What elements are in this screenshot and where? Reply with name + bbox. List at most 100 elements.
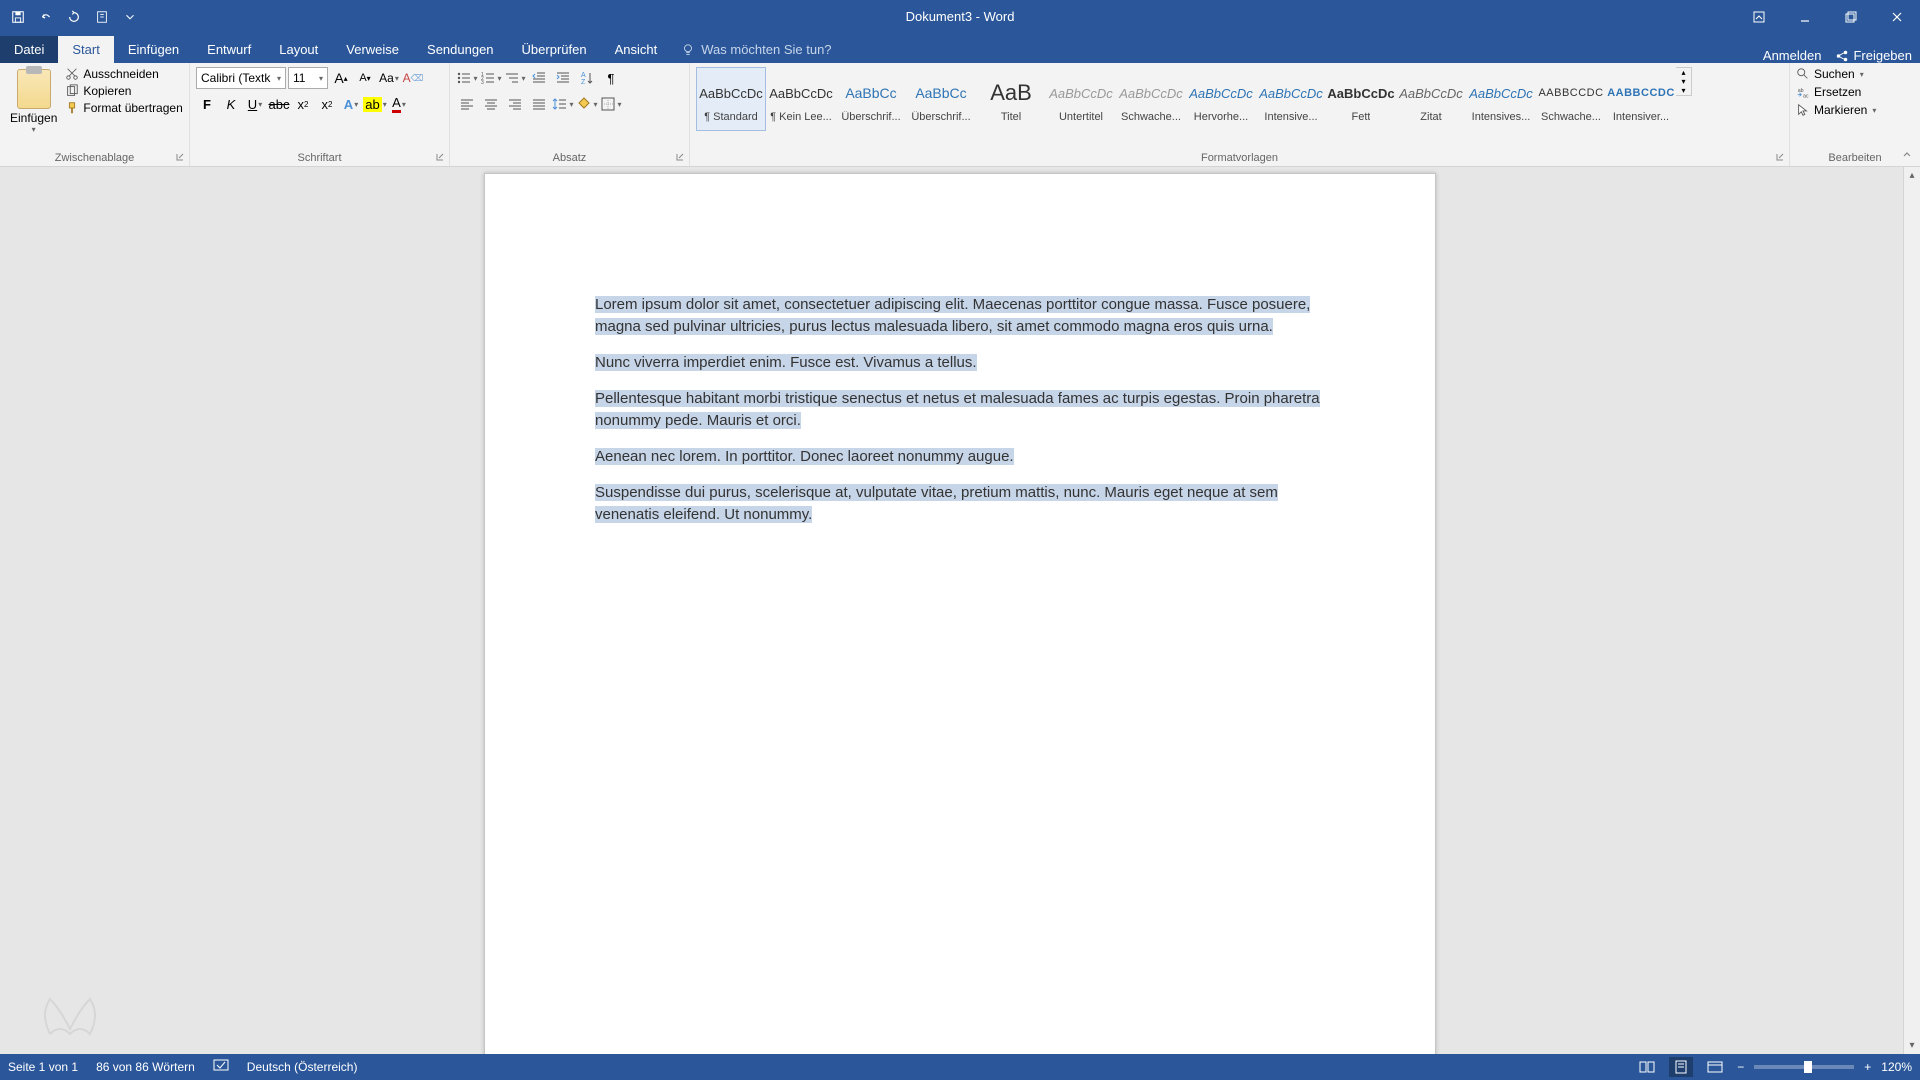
paragraph-4[interactable]: Aenean nec lorem. In porttitor. Donec la… — [595, 446, 1325, 468]
print-layout-button[interactable] — [1669, 1057, 1693, 1077]
style-item-3[interactable]: AaBbCcÜberschrif... — [906, 67, 976, 131]
tab-design[interactable]: Entwurf — [193, 36, 265, 63]
ribbon-display-options[interactable] — [1736, 0, 1782, 33]
justify-button[interactable] — [528, 93, 550, 115]
bold-button[interactable]: F — [196, 93, 218, 115]
cut-button[interactable]: Ausschneiden — [65, 67, 182, 81]
read-mode-button[interactable] — [1635, 1057, 1659, 1077]
bullets-button[interactable]: ▾ — [456, 67, 478, 89]
tab-references[interactable]: Verweise — [332, 36, 413, 63]
tab-view[interactable]: Ansicht — [601, 36, 672, 63]
paragraph-dialog-launcher[interactable] — [673, 150, 687, 164]
tab-layout[interactable]: Layout — [265, 36, 332, 63]
style-item-1[interactable]: AaBbCcDc¶ Kein Lee... — [766, 67, 836, 131]
redo-button[interactable] — [62, 5, 86, 29]
web-layout-button[interactable] — [1703, 1057, 1727, 1077]
status-spellcheck[interactable] — [213, 1059, 229, 1076]
zoom-slider[interactable] — [1754, 1065, 1854, 1069]
align-center-button[interactable] — [480, 93, 502, 115]
underline-button[interactable]: U▾ — [244, 93, 266, 115]
style-item-0[interactable]: AaBbCcDc¶ Standard — [696, 67, 766, 131]
paste-button[interactable]: Einfügen ▾ — [6, 67, 61, 136]
scroll-up-button[interactable]: ▴ — [1904, 167, 1920, 184]
vertical-scrollbar[interactable]: ▴ ▾ — [1903, 167, 1920, 1054]
format-painter-button[interactable]: Format übertragen — [65, 101, 182, 115]
style-item-9[interactable]: AaBbCcDcFett — [1326, 67, 1396, 131]
style-item-13[interactable]: AABBCCDCIntensiver... — [1606, 67, 1676, 131]
tab-home[interactable]: Start — [58, 36, 113, 63]
paragraph-1[interactable]: Lorem ipsum dolor sit amet, consectetuer… — [595, 294, 1325, 338]
tab-insert[interactable]: Einfügen — [114, 36, 193, 63]
paragraph-3[interactable]: Pellentesque habitant morbi tristique se… — [595, 388, 1325, 432]
style-item-12[interactable]: AABBCCDCSchwache... — [1536, 67, 1606, 131]
maximize-button[interactable] — [1828, 0, 1874, 33]
styles-scroll-down[interactable]: ▾ — [1676, 77, 1691, 86]
clear-formatting-button[interactable]: A⌫ — [402, 67, 424, 89]
sort-button[interactable]: AZ — [576, 67, 598, 89]
signin-link[interactable]: Anmelden — [1763, 48, 1822, 63]
zoom-level[interactable]: 120% — [1881, 1060, 1912, 1074]
page[interactable]: Lorem ipsum dolor sit amet, consectetuer… — [484, 173, 1436, 1054]
show-paragraph-marks-button[interactable]: ¶ — [600, 67, 622, 89]
italic-button[interactable]: K — [220, 93, 242, 115]
borders-button[interactable]: ▾ — [600, 93, 622, 115]
paragraph-2[interactable]: Nunc viverra imperdiet enim. Fusce est. … — [595, 352, 1325, 374]
font-dialog-launcher[interactable] — [433, 150, 447, 164]
strikethrough-button[interactable]: abc — [268, 93, 290, 115]
tell-me-search[interactable]: Was möchten Sie tun? — [671, 36, 841, 63]
align-left-button[interactable] — [456, 93, 478, 115]
increase-indent-button[interactable] — [552, 67, 574, 89]
styles-expand[interactable]: ▾ — [1676, 86, 1691, 95]
styles-gallery-expand[interactable]: ▴ ▾ ▾ — [1676, 67, 1692, 96]
status-word-count[interactable]: 86 von 86 Wörtern — [96, 1060, 195, 1074]
save-button[interactable] — [6, 5, 30, 29]
shrink-font-button[interactable]: A▾ — [354, 67, 376, 89]
decrease-indent-button[interactable] — [528, 67, 550, 89]
find-button[interactable]: Suchen▾ — [1796, 67, 1876, 81]
highlight-button[interactable]: ab▾ — [364, 93, 386, 115]
align-right-button[interactable] — [504, 93, 526, 115]
paragraph-5[interactable]: Suspendisse dui purus, scelerisque at, v… — [595, 482, 1325, 526]
font-size-combo[interactable]: 11▾ — [288, 67, 328, 89]
tab-mailings[interactable]: Sendungen — [413, 36, 508, 63]
styles-gallery[interactable]: AaBbCcDc¶ StandardAaBbCcDc¶ Kein Lee...A… — [696, 67, 1676, 131]
status-language[interactable]: Deutsch (Österreich) — [247, 1060, 358, 1074]
collapse-ribbon-button[interactable] — [1898, 146, 1916, 164]
scroll-down-button[interactable]: ▾ — [1904, 1037, 1920, 1054]
select-button[interactable]: Markieren▾ — [1796, 103, 1876, 117]
zoom-out-button[interactable]: − — [1737, 1060, 1744, 1074]
replace-button[interactable]: abacErsetzen — [1796, 85, 1876, 99]
font-name-combo[interactable]: Calibri (Textk▾ — [196, 67, 286, 89]
share-button[interactable]: Freigeben — [1835, 48, 1912, 63]
close-button[interactable] — [1874, 0, 1920, 33]
style-item-8[interactable]: AaBbCcDcIntensive... — [1256, 67, 1326, 131]
shading-button[interactable]: ▾ — [576, 93, 598, 115]
font-color-button[interactable]: A▾ — [388, 93, 410, 115]
zoom-in-button[interactable]: + — [1864, 1060, 1871, 1074]
text-effects-button[interactable]: A▾ — [340, 93, 362, 115]
status-page[interactable]: Seite 1 von 1 — [8, 1060, 78, 1074]
style-item-6[interactable]: AaBbCcDcSchwache... — [1116, 67, 1186, 131]
styles-scroll-up[interactable]: ▴ — [1676, 68, 1691, 77]
style-item-7[interactable]: AaBbCcDcHervorhe... — [1186, 67, 1256, 131]
minimize-button[interactable] — [1782, 0, 1828, 33]
grow-font-button[interactable]: A▴ — [330, 67, 352, 89]
multilevel-list-button[interactable]: ▾ — [504, 67, 526, 89]
style-item-11[interactable]: AaBbCcDcIntensives... — [1466, 67, 1536, 131]
style-item-4[interactable]: AaBTitel — [976, 67, 1046, 131]
change-case-button[interactable]: Aa▾ — [378, 67, 400, 89]
qat-customize[interactable] — [118, 5, 142, 29]
style-item-2[interactable]: AaBbCcÜberschrif... — [836, 67, 906, 131]
style-item-10[interactable]: AaBbCcDcZitat — [1396, 67, 1466, 131]
clipboard-dialog-launcher[interactable] — [173, 150, 187, 164]
line-spacing-button[interactable]: ▾ — [552, 93, 574, 115]
numbering-button[interactable]: 123▾ — [480, 67, 502, 89]
copy-button[interactable]: Kopieren — [65, 84, 182, 98]
tab-review[interactable]: Überprüfen — [508, 36, 601, 63]
superscript-button[interactable]: x2 — [316, 93, 338, 115]
undo-button[interactable] — [34, 5, 58, 29]
styles-dialog-launcher[interactable] — [1773, 150, 1787, 164]
subscript-button[interactable]: x2 — [292, 93, 314, 115]
tab-file[interactable]: Datei — [0, 36, 58, 63]
style-item-5[interactable]: AaBbCcDcUntertitel — [1046, 67, 1116, 131]
